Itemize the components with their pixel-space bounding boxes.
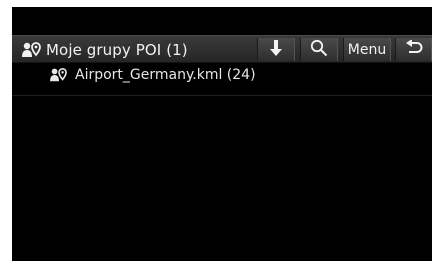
- list-item[interactable]: Airport_Germany.kml (24): [12, 55, 432, 96]
- navigation-screen: Moje grupy POI (1) Menu Airport_Germany.…: [12, 7, 432, 261]
- list-item-label: Airport_Germany.kml (24): [75, 67, 256, 83]
- status-strip: [12, 7, 432, 35]
- poi-group-icon: [49, 67, 69, 83]
